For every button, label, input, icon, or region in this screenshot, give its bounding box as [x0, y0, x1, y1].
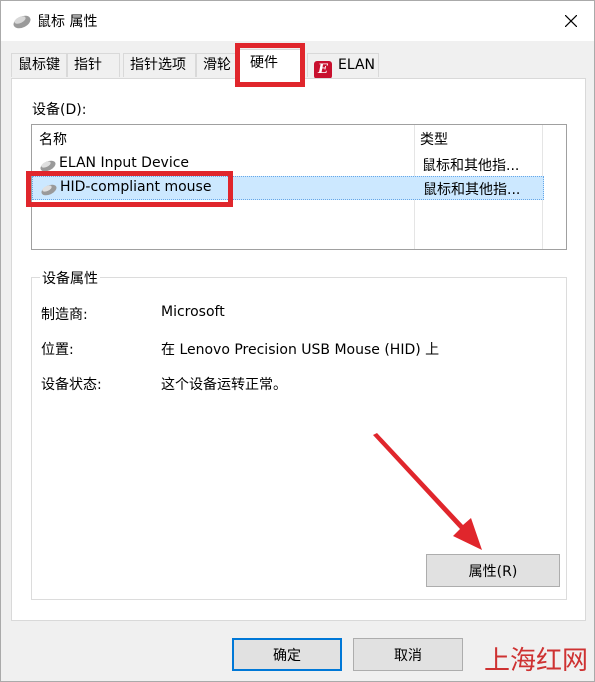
title-bar: 鼠标 属性	[1, 1, 594, 41]
device-row-highlight	[26, 171, 233, 207]
tab-pointer-options[interactable]: 指针选项	[123, 53, 196, 77]
watermark-text: 上海红网	[483, 646, 588, 676]
cancel-button[interactable]: 取消	[353, 638, 463, 671]
ok-button[interactable]: 确定	[232, 638, 342, 671]
tab-buttons[interactable]: 鼠标键	[11, 53, 67, 77]
column-header-type[interactable]: 类型	[420, 129, 448, 149]
manufacturer-label: 制造商:	[41, 307, 88, 323]
tab-label: ELAN	[338, 57, 376, 73]
device-type: 鼠标和其他指...	[422, 158, 520, 174]
tab-label: 指针选项	[130, 57, 186, 73]
close-button[interactable]	[548, 1, 594, 41]
elan-logo-icon: E	[314, 61, 332, 79]
hardware-panel: 设备(D): 名称 类型 ELAN Input Device 鼠标和其他指...	[11, 78, 586, 621]
tab-label: 滑轮	[203, 57, 231, 73]
close-icon	[565, 15, 577, 27]
mouse-icon	[13, 15, 31, 29]
mouse-icon	[40, 160, 56, 172]
manufacturer-value: Microsoft	[161, 304, 225, 320]
tab-label: 鼠标键	[18, 57, 60, 73]
window-title: 鼠标 属性	[37, 14, 98, 30]
properties-button[interactable]: 属性(R)	[426, 554, 560, 587]
location-value: 在 Lenovo Precision USB Mouse (HID) 上	[161, 342, 440, 358]
device-properties-group: 设备属性 制造商: Microsoft 位置: 在 Lenovo Precisi…	[31, 268, 567, 600]
device-type: 鼠标和其他指...	[423, 182, 521, 198]
status-value: 这个设备运转正常。	[161, 377, 287, 393]
status-label: 设备状态:	[41, 377, 102, 393]
location-label: 位置:	[41, 342, 74, 358]
mouse-properties-window: 鼠标 属性 鼠标键 指针 指针选项 滑轮 硬件 E ELAN 设备(D): 名称 …	[0, 0, 595, 682]
devices-label: 设备(D):	[32, 102, 87, 118]
list-header: 名称 类型	[32, 125, 566, 149]
hardware-tab-highlight	[235, 43, 305, 87]
group-title: 设备属性	[40, 268, 100, 288]
column-header-name[interactable]: 名称	[39, 129, 67, 149]
tab-pointers[interactable]: 指针	[67, 53, 120, 77]
tab-label: 指针	[74, 57, 102, 73]
tab-elan[interactable]: E ELAN	[307, 53, 379, 79]
device-name: ELAN Input Device	[59, 155, 190, 171]
tab-wheel[interactable]: 滑轮	[196, 53, 238, 77]
